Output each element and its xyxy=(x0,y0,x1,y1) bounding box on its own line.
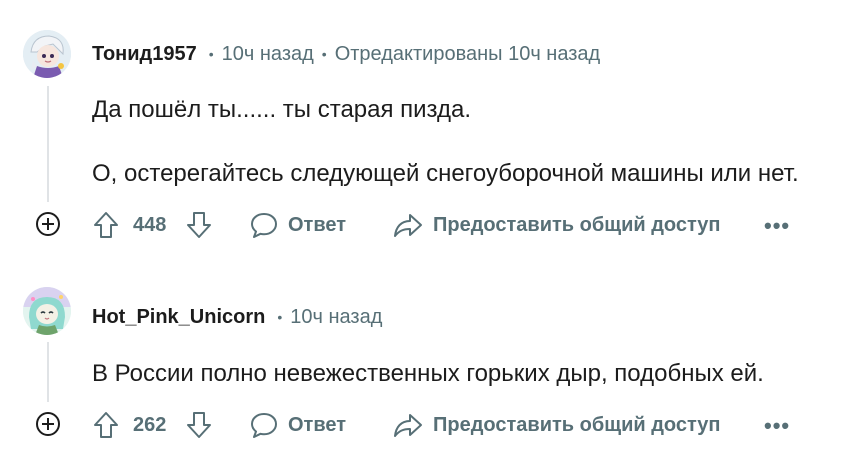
avatar[interactable] xyxy=(23,287,71,335)
plus-icon xyxy=(42,418,54,430)
reply-button[interactable]: Ответ xyxy=(250,405,346,445)
avatar-image xyxy=(23,287,71,335)
author-name[interactable]: Hot_Pink_Unicorn xyxy=(92,306,265,329)
share-label: Предоставить общий доступ xyxy=(433,413,721,436)
separator-dot: • xyxy=(277,309,283,325)
arrow-down-icon xyxy=(187,412,211,438)
timestamp[interactable]: 10ч назад xyxy=(290,306,382,329)
thread-line[interactable] xyxy=(47,342,49,402)
comment: Hot_Pink_Unicorn • 10ч назад В России по… xyxy=(0,0,841,474)
reply-label: Ответ xyxy=(288,413,347,436)
downvote-button[interactable] xyxy=(185,405,213,445)
comment-paragraph: В России полно невежественных горьких ды… xyxy=(92,360,764,387)
more-options-button[interactable]: ••• xyxy=(764,413,790,439)
share-button[interactable]: Предоставить общий доступ xyxy=(393,405,721,445)
arrow-up-icon xyxy=(94,412,118,438)
comment-actions: 262 Ответ Предоставить общий доступ ••• xyxy=(0,405,841,445)
comment-meta: Hot_Pink_Unicorn • 10ч назад xyxy=(92,305,382,329)
speech-bubble-icon xyxy=(251,413,277,438)
vote-score: 262 xyxy=(133,414,167,436)
expand-thread-button[interactable] xyxy=(36,412,60,436)
share-arrow-icon xyxy=(394,414,422,437)
upvote-button[interactable] xyxy=(92,405,120,445)
